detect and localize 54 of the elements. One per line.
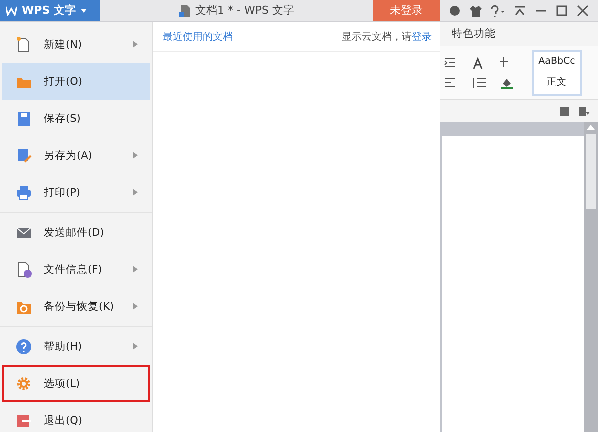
minimize-icon (535, 10, 548, 12)
style-name: 正文 (547, 76, 567, 89)
printer-icon (16, 184, 32, 200)
blank-page-icon (16, 36, 32, 52)
submenu-arrow-icon (133, 266, 138, 273)
submenu-arrow-icon (133, 189, 138, 196)
shirt-icon (470, 4, 482, 16)
menu-item[interactable]: 帮助(H) (2, 328, 150, 365)
recent-documents-heading: 最近使用的文档 (163, 30, 233, 44)
line-spacing-icon (472, 76, 488, 88)
envelope-icon (16, 224, 32, 240)
small-square-icon (560, 106, 569, 116)
window-title: 文档1 * - WPS 文字 (196, 3, 294, 18)
cloud-documents-note: 显示云文档，请 (342, 32, 412, 42)
floppy-disk-pen-icon (16, 148, 32, 164)
menu-item[interactable]: 备份与恢复(K) (2, 288, 150, 325)
circle-icon (448, 4, 461, 16)
dropdown-caret-icon (80, 8, 87, 12)
menu-item[interactable]: 另存为(A) (2, 137, 150, 174)
submenu-arrow-icon (133, 303, 138, 310)
scroll-thumb[interactable] (586, 134, 596, 209)
close-icon (577, 4, 590, 16)
panel-dropdown-icon (579, 106, 590, 116)
menu-item[interactable]: 保存(S) (2, 100, 150, 137)
submenu-arrow-icon (133, 152, 138, 159)
app-logo-icon (6, 6, 17, 16)
fill-color-icon (500, 76, 516, 88)
login-link[interactable]: 登录 (412, 32, 432, 42)
maximize-icon (556, 4, 568, 16)
submenu-arrow-icon (133, 41, 138, 48)
plus-icon (500, 56, 508, 66)
menu-item[interactable]: 新建(N) (2, 26, 150, 63)
vertical-scrollbar[interactable] (584, 122, 598, 432)
menu-item[interactable]: 打开(O) (2, 63, 150, 100)
help-icon (16, 338, 32, 354)
app-menu-button[interactable]: WPS 文字 (0, 0, 100, 21)
submenu-arrow-icon (133, 343, 138, 350)
help-icon (490, 4, 505, 16)
indent-icon (444, 76, 456, 88)
ribbon-tab[interactable]: 特色功能 (440, 22, 598, 46)
menu-item[interactable]: 文件信息(F) (2, 251, 150, 288)
menu-item[interactable]: 发送邮件(D) (2, 214, 150, 251)
style-preview[interactable]: AaBbCc 正文 (532, 50, 582, 96)
settings-icon (16, 376, 32, 392)
menu-item[interactable]: 打印(P) (2, 174, 150, 211)
menu-item[interactable]: 退出(Q) (2, 402, 150, 432)
collapse-ribbon-icon (514, 4, 526, 16)
menu-item[interactable]: 选项(L) (2, 365, 150, 402)
scroll-up-icon (587, 125, 595, 130)
exit-icon (16, 412, 32, 428)
document-info-icon (16, 262, 32, 278)
indent-icon (444, 56, 456, 68)
style-sample-text: AaBbCc (538, 56, 576, 67)
document-icon (178, 4, 191, 18)
